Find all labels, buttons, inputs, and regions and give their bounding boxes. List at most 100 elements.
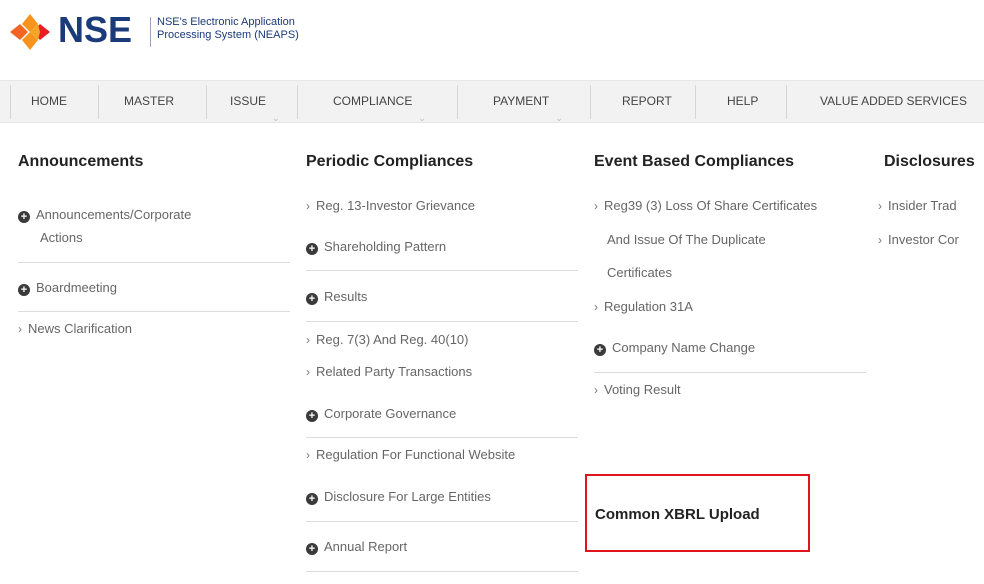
plus-circle-icon: + (306, 493, 318, 505)
menu-item-label: Boardmeeting (36, 280, 117, 295)
nse-logo-icon[interactable] (8, 12, 52, 52)
divider (18, 262, 290, 263)
menu-item-label: Reg. 13-Investor Grievance (316, 198, 475, 213)
chevron-right-icon: › (878, 233, 882, 247)
nav-separator (695, 85, 696, 119)
menu-item-label: Disclosure For Large Entities (324, 489, 491, 504)
menu-item-label: Investor Cor (888, 232, 959, 247)
chevron-right-icon: › (878, 199, 882, 213)
menu-item-label-continued[interactable]: And Issue Of The Duplicate (607, 231, 766, 249)
nav-separator (10, 85, 11, 119)
menu-item-label: Insider Trad (888, 198, 957, 213)
chevron-right-icon: › (18, 322, 22, 336)
chevron-down-icon: ⌄ (555, 112, 563, 123)
divider (306, 321, 578, 322)
menu-item-announcements-corporate-actions[interactable]: + Announcements/Corporate (18, 206, 191, 224)
nav-separator (98, 85, 99, 119)
nav-separator (590, 85, 591, 119)
brand-subtitle-line1: NSE's Electronic Application (157, 16, 295, 28)
menu-item-annual-report[interactable]: + Annual Report (306, 538, 407, 556)
menu-item-label: Regulation For Functional Website (316, 447, 516, 462)
chevron-right-icon: › (306, 365, 310, 379)
nav-payment-label: PAYMENT (493, 94, 550, 108)
menu-item-news-clarification[interactable]: › News Clarification (18, 320, 132, 338)
divider (18, 311, 290, 312)
common-xbrl-upload-highlight[interactable]: Common XBRL Upload (585, 474, 810, 552)
menu-item-corporate-governance[interactable]: + Corporate Governance (306, 405, 456, 423)
menu-item-company-name-change[interactable]: + Company Name Change (594, 339, 755, 357)
plus-circle-icon: + (306, 293, 318, 305)
menu-item-label: Company Name Change (612, 340, 756, 355)
main-nav: HOME MASTER ISSUE⌄ COMPLIANCE⌄ PAYMENT⌄ … (0, 80, 984, 123)
nav-separator (297, 85, 298, 119)
header: NSE NSE's Electronic Application Process… (0, 0, 984, 72)
plus-circle-icon: + (18, 211, 30, 223)
chevron-right-icon: › (594, 300, 598, 314)
plus-circle-icon: + (306, 410, 318, 422)
event-based-compliances-title: Event Based Compliances (594, 153, 795, 170)
menu-item-reg39-loss-of-share-certificates[interactable]: › Reg39 (3) Loss Of Share Certificates (594, 197, 817, 215)
brand-subtitle: NSE's Electronic Application Processing … (157, 16, 357, 42)
nav-separator (786, 85, 787, 119)
menu-item-label: Voting Result (604, 382, 681, 397)
periodic-compliances-title: Periodic Compliances (306, 153, 474, 170)
plus-circle-icon: + (306, 243, 318, 255)
menu-item-label: Annual Report (324, 539, 408, 554)
menu-item-results[interactable]: + Results (306, 288, 367, 306)
disclosures-title: Disclosures (884, 153, 975, 170)
nav-value-added-services[interactable]: VALUE ADDED SERVICES (820, 81, 967, 122)
nav-compliance[interactable]: COMPLIANCE ⌄ (333, 81, 426, 123)
divider (306, 437, 578, 438)
chevron-right-icon: › (594, 383, 598, 397)
menu-item-boardmeeting[interactable]: + Boardmeeting (18, 279, 117, 297)
menu-item-related-party-transactions[interactable]: › Related Party Transactions (306, 363, 472, 381)
chevron-right-icon: › (306, 333, 310, 347)
nav-report[interactable]: REPORT (622, 81, 672, 122)
plus-circle-icon: + (306, 543, 318, 555)
chevron-right-icon: › (306, 199, 310, 213)
menu-item-investor-complaints[interactable]: › Investor Cor (878, 231, 959, 249)
nav-payment[interactable]: PAYMENT ⌄ (493, 81, 563, 123)
divider (306, 521, 578, 522)
brand-divider (150, 17, 151, 47)
menu-item-insider-trading[interactable]: › Insider Trad (878, 197, 957, 215)
nav-help[interactable]: HELP (727, 81, 758, 122)
menu-item-label-continued[interactable]: Actions (40, 229, 83, 247)
divider (306, 571, 578, 572)
menu-item-label-continued[interactable]: Certificates (607, 264, 672, 282)
chevron-right-icon: › (594, 199, 598, 213)
menu-item-label: News Clarification (28, 321, 133, 336)
nav-master[interactable]: MASTER (124, 81, 174, 122)
menu-item-shareholding-pattern[interactable]: + Shareholding Pattern (306, 238, 446, 256)
divider (594, 372, 866, 373)
chevron-right-icon: › (306, 448, 310, 462)
menu-item-regulation-functional-website[interactable]: › Regulation For Functional Website (306, 446, 515, 464)
menu-item-label: Reg39 (3) Loss Of Share Certificates (604, 198, 818, 213)
menu-item-regulation-31a[interactable]: › Regulation 31A (594, 298, 693, 316)
nav-issue-label: ISSUE (230, 94, 267, 108)
plus-circle-icon: + (594, 344, 606, 356)
nav-home[interactable]: HOME (31, 81, 67, 122)
menu-item-label: Announcements/Corporate (36, 207, 192, 222)
menu-item-reg7-reg40[interactable]: › Reg. 7(3) And Reg. 40(10) (306, 331, 468, 349)
menu-item-disclosure-large-entities[interactable]: + Disclosure For Large Entities (306, 488, 491, 506)
brand-logo: NSE (58, 9, 133, 50)
menu-item-label: Results (324, 289, 368, 304)
nav-separator (457, 85, 458, 119)
chevron-down-icon: ⌄ (418, 112, 426, 123)
menu-item-voting-result[interactable]: › Voting Result (594, 381, 681, 399)
menu-item-label: Corporate Governance (324, 406, 457, 421)
common-xbrl-upload-link[interactable]: Common XBRL Upload (595, 506, 760, 523)
announcements-title: Announcements (18, 153, 144, 170)
chevron-down-icon: ⌄ (272, 112, 280, 123)
plus-circle-icon: + (18, 284, 30, 296)
menu-item-label: Related Party Transactions (316, 364, 473, 379)
menu-item-label: Shareholding Pattern (324, 239, 447, 254)
menu-item-label: Reg. 7(3) And Reg. 40(10) (316, 332, 469, 347)
menu-item-reg13-investor-grievance[interactable]: › Reg. 13-Investor Grievance (306, 197, 475, 215)
nav-separator (206, 85, 207, 119)
nav-issue[interactable]: ISSUE ⌄ (230, 81, 280, 123)
nav-compliance-label: COMPLIANCE (333, 94, 413, 108)
divider (306, 270, 578, 271)
menu-item-label: Regulation 31A (604, 299, 693, 314)
